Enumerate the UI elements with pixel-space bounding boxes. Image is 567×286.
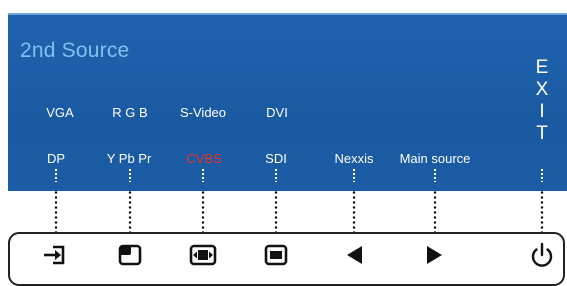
- exit-letter: E: [535, 57, 549, 78]
- option-s-video[interactable]: S-Video: [180, 105, 226, 120]
- input-select-icon: [44, 245, 65, 265]
- option-cvbs[interactable]: CVBS: [186, 151, 221, 166]
- aspect-ratio-icon: [189, 244, 217, 266]
- power-button[interactable]: [525, 238, 559, 272]
- ypbpr-marker: [128, 168, 132, 182]
- cvbs-marker: [201, 168, 205, 182]
- aspect-ratio-button[interactable]: [186, 238, 220, 272]
- option-main-source[interactable]: Main source: [400, 151, 471, 166]
- exit-letter: T: [536, 123, 548, 144]
- option-dp[interactable]: DP: [47, 151, 65, 166]
- osd-menu: 2nd Source VGA R G B S-Video DVI DP Y Pb…: [8, 13, 567, 191]
- option-ypbpr[interactable]: Y Pb Pr: [107, 151, 152, 166]
- right-arrow-icon: [427, 246, 442, 264]
- input-select-button[interactable]: [39, 238, 73, 272]
- sdi-marker: [274, 168, 278, 182]
- main-source-marker: [433, 168, 437, 182]
- pip-icon: [118, 244, 142, 266]
- exit-label[interactable]: E X I T: [529, 57, 555, 145]
- pip-button[interactable]: [113, 238, 147, 272]
- nexxis-marker: [352, 168, 356, 182]
- right-arrow-button[interactable]: [418, 238, 452, 272]
- exit-letter: I: [539, 101, 545, 122]
- display-icon: [264, 244, 288, 266]
- option-nexxis[interactable]: Nexxis: [334, 151, 373, 166]
- exit-letter: X: [535, 79, 549, 100]
- display-button[interactable]: [259, 238, 293, 272]
- left-arrow-button[interactable]: [337, 238, 371, 272]
- option-rgb[interactable]: R G B: [112, 105, 147, 120]
- option-vga[interactable]: VGA: [46, 105, 73, 120]
- option-dvi[interactable]: DVI: [266, 105, 288, 120]
- exit-marker: [540, 168, 544, 182]
- power-icon: [531, 242, 553, 267]
- left-arrow-icon: [347, 246, 362, 264]
- dp-marker: [54, 168, 58, 182]
- menu-title: 2nd Source: [20, 39, 130, 62]
- option-sdi[interactable]: SDI: [265, 151, 287, 166]
